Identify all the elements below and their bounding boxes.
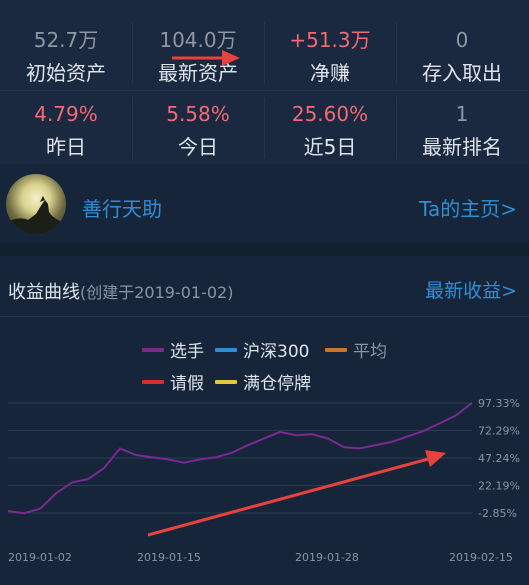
- returns-chart: 97.33% 72.29% 47.24% 22.19% -2.85% 2019-01-02…: [7, 397, 520, 564]
- last-5-days-stat: 25.60% 近5日: [264, 102, 396, 159]
- last-5-days-label: 近5日: [303, 135, 357, 159]
- wolf-moon-icon: [6, 196, 66, 234]
- section-gap: [0, 243, 529, 256]
- initial-assets-label: 初始资产: [26, 61, 106, 85]
- legend-item-player[interactable]: 选手: [142, 337, 204, 362]
- avatar[interactable]: [6, 174, 66, 234]
- y-tick-label: 97.33%: [478, 397, 520, 410]
- x-tick-label: 2019-02-15: [449, 551, 513, 564]
- x-tick-label: 2019-01-02: [8, 551, 72, 564]
- yesterday-value: 4.79%: [34, 102, 98, 126]
- legend-swatch: [325, 347, 347, 352]
- curve-header: 收益曲线(创建于2019-01-02) 最新收益>: [0, 256, 529, 316]
- homepage-link[interactable]: Ta的主页>: [419, 193, 517, 222]
- y-tick-label: 22.19%: [478, 480, 520, 493]
- legend-label: 平均: [353, 342, 387, 362]
- divider: [132, 22, 133, 84]
- deposit-withdraw-stat: 0 存入取出: [396, 28, 528, 85]
- net-profit-value: +51.3万: [289, 28, 371, 52]
- curve-created-date: (创建于2019-01-02): [80, 283, 234, 302]
- latest-rank-label: 最新排名: [422, 135, 502, 159]
- yesterday-label: 昨日: [46, 135, 86, 159]
- initial-assets-stat: 52.7万 初始资产: [0, 28, 132, 85]
- today-value: 5.58%: [166, 102, 230, 126]
- latest-rank-value: 1: [455, 102, 469, 126]
- legend-swatch: [215, 347, 237, 352]
- deposit-withdraw-value: 0: [455, 28, 469, 52]
- legend-item-csi300[interactable]: 沪深300: [215, 337, 309, 362]
- divider: [0, 90, 529, 91]
- legend-swatch: [215, 379, 237, 384]
- y-tick-label: 47.24%: [478, 452, 520, 465]
- legend-swatch: [142, 347, 164, 352]
- legend-swatch: [142, 379, 164, 384]
- initial-assets-value: 52.7万: [33, 28, 99, 52]
- y-tick-label: -2.85%: [478, 507, 517, 520]
- divider: [132, 97, 133, 159]
- y-tick-label: 72.29%: [478, 425, 520, 438]
- net-profit-stat: +51.3万 净赚: [264, 28, 396, 85]
- curve-title: 收益曲线(创建于2019-01-02): [8, 278, 233, 304]
- player-name[interactable]: 善行天助: [82, 193, 162, 222]
- divider: [264, 22, 265, 84]
- today-label: 今日: [178, 135, 218, 159]
- x-tick-label: 2019-01-15: [137, 551, 201, 564]
- yesterday-stat: 4.79% 昨日: [0, 102, 132, 159]
- legend-label: 沪深300: [243, 342, 310, 362]
- divider: [396, 97, 397, 159]
- net-profit-label: 净赚: [310, 61, 350, 85]
- stats-panel: 52.7万 初始资产 104.0万 最新资产 +51.3万 净赚 0 存入取出 …: [0, 0, 529, 164]
- legend-label: 选手: [170, 342, 204, 362]
- annotation-arrow-icon: [147, 456, 433, 537]
- legend-item-average[interactable]: 平均: [325, 337, 387, 362]
- divider: [264, 97, 265, 159]
- annotation-arrow-icon: [172, 50, 240, 66]
- curve-title-text: 收益曲线: [8, 282, 80, 303]
- last-5-days-value: 25.60%: [291, 102, 369, 126]
- today-stat: 5.58% 今日: [132, 102, 264, 159]
- divider: [396, 22, 397, 84]
- x-tick-label: 2019-01-28: [295, 551, 359, 564]
- divider: [0, 316, 529, 317]
- deposit-withdraw-label: 存入取出: [422, 61, 502, 85]
- latest-returns-link[interactable]: 最新收益>: [425, 276, 517, 303]
- latest-rank-stat: 1 最新排名: [396, 102, 528, 159]
- profile-row[interactable]: 善行天助 Ta的主页>: [0, 165, 529, 243]
